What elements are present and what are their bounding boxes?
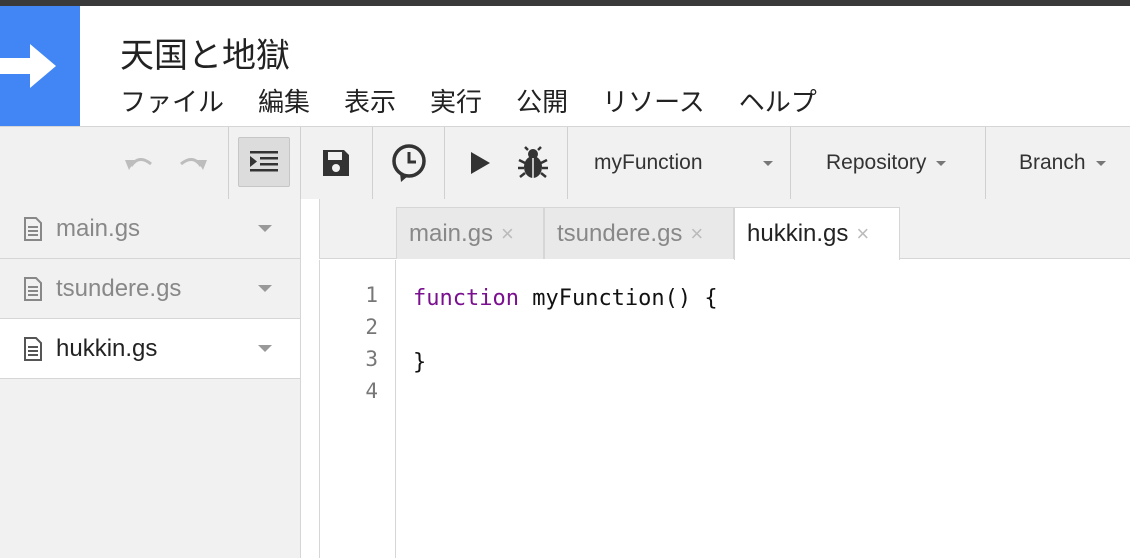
- editor-tab-strip: main.gs × tsundere.gs × hukkin.gs ×: [319, 199, 1130, 260]
- project-title[interactable]: 天国と地獄: [120, 28, 290, 77]
- apps-script-logo[interactable]: [0, 6, 80, 126]
- close-icon[interactable]: ×: [856, 221, 869, 247]
- code-editor[interactable]: function myFunction() { }: [413, 283, 718, 411]
- chevron-down-icon: [762, 160, 773, 166]
- function-select-label: myFunction: [594, 151, 703, 174]
- undo-icon[interactable]: [120, 143, 160, 183]
- code-line[interactable]: function myFunction() {: [413, 283, 718, 315]
- tab-main[interactable]: main.gs ×: [396, 207, 544, 259]
- branch-dropdown[interactable]: Branch: [1019, 127, 1106, 199]
- chevron-down-icon: [1095, 160, 1106, 166]
- document-icon: [24, 216, 42, 241]
- menu-bar: ファイル 編集 表示 実行 公開 リソース ヘルプ: [120, 82, 851, 117]
- file-name: main.gs: [56, 214, 141, 242]
- line-number-gutter: 1 2 3 4: [319, 260, 396, 558]
- file-item-hukkin[interactable]: hukkin.gs: [0, 319, 300, 379]
- line-number: 4: [365, 379, 378, 403]
- function-select[interactable]: myFunction: [594, 127, 773, 199]
- branch-label: Branch: [1019, 151, 1086, 174]
- indent-icon: [250, 151, 278, 172]
- document-icon: [24, 336, 42, 361]
- chevron-down-icon[interactable]: [258, 225, 272, 232]
- toolbar: myFunction Repository Branch: [0, 126, 1130, 200]
- tab-hukkin[interactable]: hukkin.gs ×: [734, 207, 900, 260]
- debug-bug-icon[interactable]: [512, 143, 554, 183]
- document-icon: [24, 276, 42, 301]
- redo-icon[interactable]: [172, 143, 212, 183]
- file-sidebar: main.gs tsundere.gs hukkin.gs: [0, 199, 301, 558]
- menu-view[interactable]: 表示: [344, 82, 396, 117]
- toolbar-divider: [444, 127, 445, 199]
- close-icon[interactable]: ×: [690, 221, 703, 247]
- code-text: myFunction() {: [518, 286, 718, 311]
- repository-label: Repository: [826, 151, 927, 174]
- toolbar-divider: [300, 127, 301, 199]
- run-play-icon[interactable]: [462, 145, 498, 181]
- code-line[interactable]: [413, 379, 718, 411]
- save-icon[interactable]: [316, 143, 356, 183]
- code-keyword: function: [413, 286, 519, 311]
- toolbar-divider: [790, 127, 791, 199]
- chevron-down-icon: [936, 160, 947, 166]
- toolbar-divider: [567, 127, 568, 199]
- tab-label: tsundere.gs: [557, 219, 683, 247]
- arrow-right-icon: [0, 44, 56, 88]
- code-line[interactable]: [413, 315, 718, 347]
- file-name: hukkin.gs: [56, 334, 158, 362]
- chevron-down-icon[interactable]: [258, 285, 272, 292]
- toolbar-divider: [985, 127, 986, 199]
- close-icon[interactable]: ×: [501, 221, 514, 247]
- menu-help[interactable]: ヘルプ: [739, 82, 817, 117]
- toolbar-divider: [372, 127, 373, 199]
- line-number: 1: [365, 283, 378, 307]
- indent-toggle-button[interactable]: [238, 137, 290, 187]
- line-number: 2: [365, 315, 378, 339]
- code-line[interactable]: }: [413, 347, 718, 379]
- menu-publish[interactable]: 公開: [516, 82, 568, 117]
- menu-resources[interactable]: リソース: [602, 82, 705, 117]
- file-name: tsundere.gs: [56, 274, 182, 302]
- window-top-edge: [0, 0, 1130, 6]
- file-item-main[interactable]: main.gs: [0, 199, 300, 259]
- menu-file[interactable]: ファイル: [120, 82, 224, 117]
- tab-tsundere[interactable]: tsundere.gs ×: [544, 207, 734, 259]
- tab-label: hukkin.gs: [747, 220, 849, 247]
- file-item-tsundere[interactable]: tsundere.gs: [0, 259, 300, 319]
- toolbar-divider: [228, 127, 229, 199]
- repository-dropdown[interactable]: Repository: [826, 127, 947, 199]
- line-number: 3: [365, 347, 378, 371]
- triggers-clock-icon[interactable]: [386, 139, 432, 187]
- menu-edit[interactable]: 編集: [258, 82, 310, 117]
- editor-area: main.gs × tsundere.gs × hukkin.gs × 1 2 …: [301, 199, 1130, 558]
- tab-label: main.gs: [409, 219, 494, 247]
- menu-run[interactable]: 実行: [430, 82, 482, 117]
- chevron-down-icon[interactable]: [258, 345, 272, 352]
